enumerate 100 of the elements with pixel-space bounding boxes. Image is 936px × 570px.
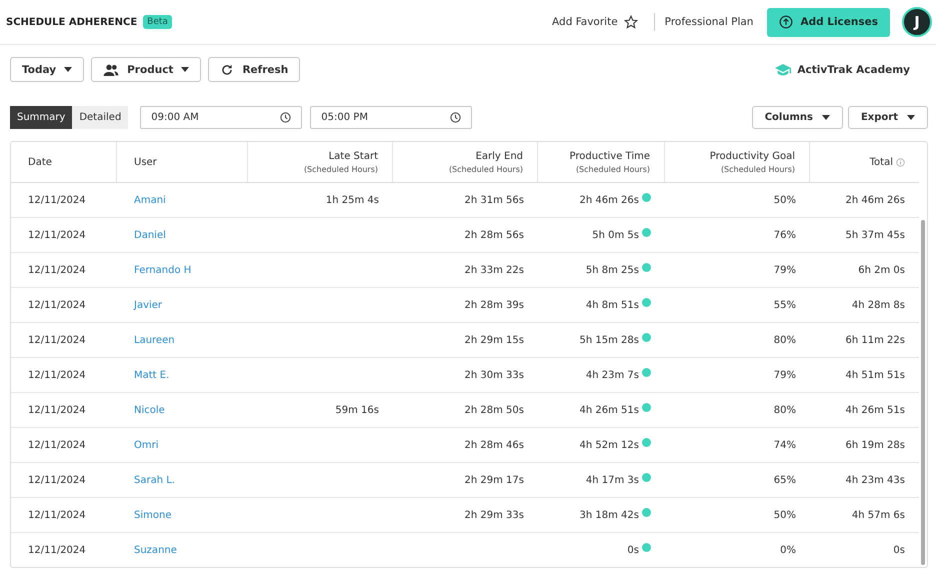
table-cell: 4h 26m 51s: [580, 404, 639, 416]
user-link[interactable]: Omri: [134, 440, 159, 450]
status-dot-icon: [642, 403, 651, 412]
table-cell: 5h 15m 28s: [580, 334, 639, 346]
dropdown-button[interactable]: Columns: [752, 106, 843, 129]
user-link[interactable]: Nicole: [134, 404, 165, 416]
user-link[interactable]: Fernando H: [134, 264, 192, 276]
user-link[interactable]: Simone: [134, 510, 172, 520]
table-cell: 12/11/2024: [28, 194, 86, 206]
table-cell: 2h 28m 56s: [464, 230, 524, 240]
column-header[interactable]: Productivity Goal: [710, 150, 795, 162]
table-cell: 79%: [774, 370, 796, 380]
status-dot-icon: [642, 228, 651, 237]
add-licenses-button[interactable]: Add Licenses: [767, 8, 890, 36]
page-title: SCHEDULE ADHERENCE: [6, 16, 138, 28]
table-cell: 1h 25m 4s: [326, 194, 379, 206]
table-cell: 2h 28m 39s: [464, 300, 524, 310]
table-cell: 12/11/2024: [28, 300, 86, 310]
status-dot-icon: [642, 508, 651, 517]
table-cell: 5h 0m 5s: [592, 230, 639, 240]
column-header[interactable]: Total: [870, 156, 893, 168]
table-cell: 4h 23m 43s: [846, 474, 905, 486]
view-tab[interactable]: Detailed: [72, 106, 128, 129]
table-cell: 12/11/2024: [28, 440, 86, 450]
table-cell: 2h 28m 50s: [464, 404, 524, 416]
table-cell: 2h 46m 26s: [846, 194, 905, 206]
scrollbar-thumb[interactable]: [921, 220, 925, 565]
academy-link[interactable]: ActivTrak Academy: [775, 64, 910, 76]
time-field[interactable]: 09:00 AM: [140, 106, 302, 129]
table-cell: 0s: [627, 544, 639, 556]
column-header[interactable]: Early End: [476, 150, 523, 162]
table-cell: 80%: [774, 404, 796, 416]
table-cell: 2h 31m 56s: [464, 194, 524, 206]
table-cell: 2h 33m 22s: [464, 264, 524, 276]
toolbar-button[interactable]: Product: [91, 57, 202, 82]
column-header[interactable]: User: [134, 156, 157, 168]
table-cell: 12/11/2024: [28, 370, 86, 380]
column-header[interactable]: Late Start: [328, 150, 378, 162]
user-link[interactable]: Daniel: [134, 230, 166, 240]
table-cell: 12/11/2024: [28, 510, 86, 520]
status-dot-icon: [642, 263, 651, 272]
table-cell: 2h 29m 15s: [464, 334, 524, 346]
table-cell: 4h 57m 6s: [852, 510, 905, 520]
table-cell: 80%: [774, 334, 796, 346]
table-cell: 4h 23m 7s: [586, 370, 639, 380]
people-icon: [103, 62, 120, 76]
table-cell: 0s: [893, 544, 905, 556]
table-cell: 2h 28m 46s: [464, 440, 524, 450]
dropdown-button[interactable]: Export: [848, 106, 928, 129]
table-cell: 4h 52m 12s: [580, 440, 639, 450]
status-dot-icon: [642, 298, 651, 307]
user-link[interactable]: Matt E.: [134, 370, 170, 380]
table-cell: 4h 51m 51s: [846, 370, 905, 380]
toolbar-button[interactable]: Today: [10, 57, 84, 82]
clock-icon: [280, 112, 292, 123]
table-cell: 76%: [774, 230, 796, 240]
table-cell: 79%: [774, 264, 796, 276]
column-header[interactable]: Date: [28, 156, 52, 168]
table-cell: 12/11/2024: [28, 334, 86, 346]
time-field[interactable]: 05:00 PM: [310, 106, 472, 129]
table-cell: 6h 19m 28s: [846, 440, 905, 450]
column-subtitle: (Scheduled Hours): [576, 164, 650, 174]
table-cell: 3h 18m 42s: [580, 510, 639, 520]
table-cell: 6h 2m 0s: [858, 264, 905, 276]
table-cell: 5h 37m 45s: [846, 230, 905, 240]
caret-icon: [907, 115, 915, 120]
status-dot-icon: [642, 368, 651, 377]
table-cell: 12/11/2024: [28, 474, 86, 486]
add-favorite-button[interactable]: Add Favorite: [546, 14, 644, 30]
table-cell: 55%: [774, 300, 796, 310]
upload-icon: [779, 15, 794, 29]
user-link[interactable]: Laureen: [134, 334, 175, 346]
table-cell: 59m 16s: [335, 404, 379, 416]
view-tab[interactable]: Summary: [10, 106, 72, 129]
refresh-icon: [220, 62, 234, 76]
user-link[interactable]: Amani: [134, 194, 166, 206]
column-header[interactable]: Productive Time: [570, 150, 650, 162]
user-link[interactable]: Suzanne: [134, 544, 177, 556]
caret-icon: [64, 67, 72, 72]
table-cell: 2h 29m 33s: [464, 510, 524, 520]
column-subtitle: (Scheduled Hours): [304, 164, 378, 174]
status-dot-icon: [642, 543, 651, 552]
clock-icon: [450, 112, 462, 123]
plan-label: Professional Plan: [664, 16, 754, 28]
user-link[interactable]: Sarah L.: [134, 474, 175, 486]
table-cell: 2h 46m 26s: [580, 194, 639, 206]
status-dot-icon: [642, 333, 651, 342]
toolbar-button[interactable]: Refresh: [208, 57, 300, 82]
table-cell: 50%: [774, 510, 796, 520]
user-avatar[interactable]: J: [902, 7, 932, 37]
column-subtitle: (Scheduled Hours): [448, 164, 523, 174]
table-cell: 6h 11m 22s: [846, 334, 905, 346]
table-cell: 4h 8m 51s: [586, 300, 639, 310]
beta-badge: Beta: [143, 15, 172, 29]
user-link[interactable]: Javier: [134, 300, 162, 310]
table-cell: 65%: [774, 474, 796, 486]
table-cell: 4h 17m 3s: [586, 474, 639, 486]
star-icon: [624, 15, 638, 29]
caret-icon: [822, 115, 830, 120]
table-cell: 12/11/2024: [28, 404, 86, 416]
